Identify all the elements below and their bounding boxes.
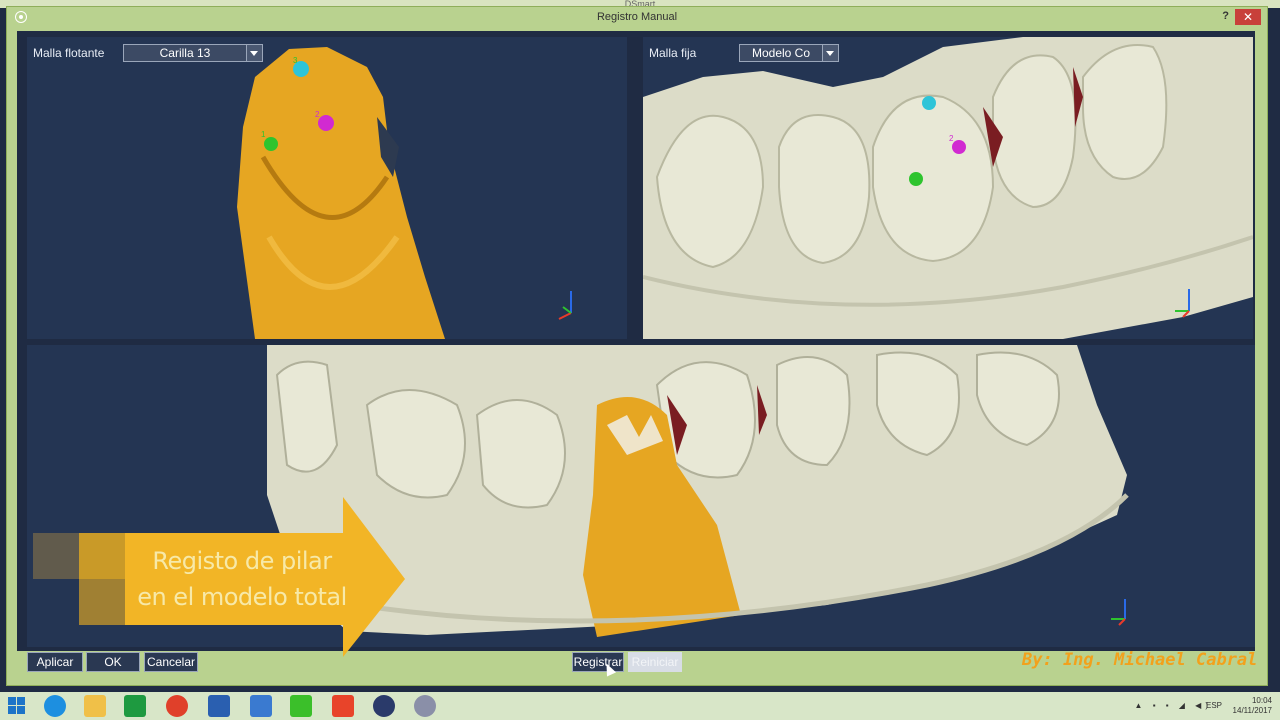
app-icon[interactable] <box>332 695 354 717</box>
clock-date: 14/11/2017 <box>1232 706 1272 715</box>
fixed-marker-green[interactable] <box>909 172 923 186</box>
floating-mesh-label: Malla flotante <box>33 46 105 60</box>
app-icon[interactable] <box>290 695 312 717</box>
floating-mesh-select[interactable]: Carilla 13 <box>123 44 263 62</box>
floating-mesh-viewport[interactable]: 3 2 1 Malla flotante Carilla 13 <box>27 37 627 339</box>
internet-explorer-icon[interactable] <box>44 695 66 717</box>
chrome-icon[interactable] <box>166 695 188 717</box>
system-tray-icons[interactable]: ▲ ▪ ▪ ◢ ◀) <box>1135 701 1212 710</box>
float-marker-green[interactable] <box>264 137 278 151</box>
chevron-down-icon[interactable] <box>822 45 838 61</box>
file-explorer-icon[interactable] <box>84 695 106 717</box>
apply-button[interactable]: Aplicar <box>27 652 83 672</box>
clock[interactable]: 10:04 14/11/2017 <box>1233 696 1272 716</box>
fixed-marker-magenta[interactable] <box>952 140 966 154</box>
app-icon[interactable] <box>414 695 436 717</box>
app-icon[interactable] <box>250 695 272 717</box>
fixed-mesh-select-value: Modelo Co <box>751 46 811 60</box>
float-marker-label: 1 <box>261 130 266 139</box>
spreadsheet-app-icon[interactable] <box>124 695 146 717</box>
cancel-button[interactable]: Cancelar <box>144 652 198 672</box>
dialog-titlebar: Registro Manual ? ✕ <box>7 7 1267 29</box>
floating-mesh-render: 3 2 1 <box>237 47 572 339</box>
float-marker-label: 3 <box>293 56 298 65</box>
fixed-marker-cyan[interactable] <box>922 96 936 110</box>
float-marker-magenta[interactable] <box>318 115 334 131</box>
fixed-mesh-label: Malla fija <box>649 46 697 60</box>
clock-time: 10:04 <box>1251 696 1272 705</box>
app-icon[interactable] <box>208 695 230 717</box>
help-button[interactable]: ? <box>1222 10 1229 22</box>
close-button[interactable]: ✕ <box>1235 9 1261 25</box>
float-marker-label: 2 <box>315 110 320 119</box>
language-indicator[interactable]: ESP <box>1206 701 1222 711</box>
taskbar: ▲ ▪ ▪ ◢ ◀) ESP 10:04 14/11/2017 <box>0 692 1280 720</box>
register-button[interactable]: Registrar <box>572 652 624 672</box>
app-icon[interactable] <box>373 695 395 717</box>
chevron-down-icon[interactable] <box>246 45 262 61</box>
registro-manual-dialog: Registro Manual ? ✕ 3 2 1 Malla flotante… <box>6 6 1268 686</box>
author-credit: By: Ing. Michael Cabral <box>1022 650 1258 670</box>
callout-line-2: en el modelo total <box>137 583 347 611</box>
fixed-mesh-viewport[interactable]: 2 Malla fija Modelo Co <box>643 37 1253 339</box>
axis-gizmo-icon <box>1111 599 1126 626</box>
fixed-mesh-render: 2 <box>643 37 1253 339</box>
dialog-title: Registro Manual <box>596 11 678 23</box>
floating-mesh-select-value: Carilla 13 <box>159 46 211 60</box>
windows-start-icon[interactable] <box>6 695 28 717</box>
fixed-mesh-select[interactable]: Modelo Co <box>739 44 839 62</box>
callout-line-1: Registo de pilar <box>152 547 332 575</box>
ok-button[interactable]: OK <box>86 652 140 672</box>
axis-gizmo-icon <box>558 291 572 320</box>
dialog-content: 3 2 1 Malla flotante Carilla 13 2 Malla … <box>17 31 1255 657</box>
callout-text: Registo de pilar en el modelo total <box>137 543 347 615</box>
fixed-marker-label: 2 <box>949 134 954 143</box>
reset-button[interactable]: Reiniciar <box>628 652 682 672</box>
